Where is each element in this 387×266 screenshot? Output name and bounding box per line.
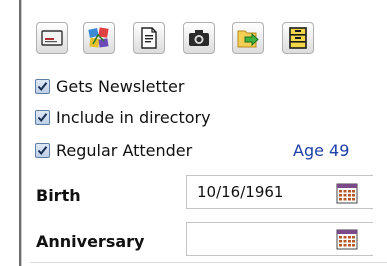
document-button[interactable]	[133, 22, 165, 54]
camera-icon	[189, 30, 209, 46]
directory-label: Include in directory	[56, 107, 211, 127]
directory-option[interactable]: Include in directory	[35, 107, 211, 127]
attender-checkbox[interactable]	[35, 142, 50, 158]
newsletter-checkbox[interactable]	[35, 78, 50, 94]
photo-collage-icon	[88, 27, 109, 48]
photo-collage-button[interactable]	[83, 22, 115, 54]
contact-card-button[interactable]	[36, 22, 68, 54]
age-display: Age 49	[293, 141, 350, 160]
archive-button[interactable]	[282, 22, 314, 54]
archive-drawer-icon	[289, 27, 307, 49]
document-icon	[141, 27, 157, 49]
checkmark-icon	[37, 81, 48, 91]
export-arrow-icon	[237, 30, 259, 48]
newsletter-option[interactable]: Gets Newsletter	[35, 76, 184, 96]
checkmark-icon	[37, 112, 48, 122]
panel-left-border-highlight	[21, 0, 22, 266]
camera-button[interactable]	[183, 22, 215, 54]
newsletter-label: Gets Newsletter	[56, 76, 185, 96]
birth-date-value: 10/16/1961	[197, 183, 284, 201]
anniversary-calendar-icon[interactable]	[336, 228, 358, 250]
export-button[interactable]	[232, 22, 264, 54]
anniversary-label: Anniversary	[36, 232, 145, 251]
bottom-divider	[30, 262, 387, 263]
birth-calendar-icon[interactable]	[336, 182, 358, 204]
checkmark-icon	[37, 145, 48, 155]
attender-label: Regular Attender	[56, 140, 193, 160]
contact-card-icon	[41, 30, 63, 46]
birth-label: Birth	[36, 186, 81, 205]
attender-option[interactable]: Regular Attender	[35, 140, 192, 160]
member-details-panel: Gets Newsletter Include in directory Reg…	[0, 0, 387, 266]
directory-checkbox[interactable]	[35, 109, 50, 125]
